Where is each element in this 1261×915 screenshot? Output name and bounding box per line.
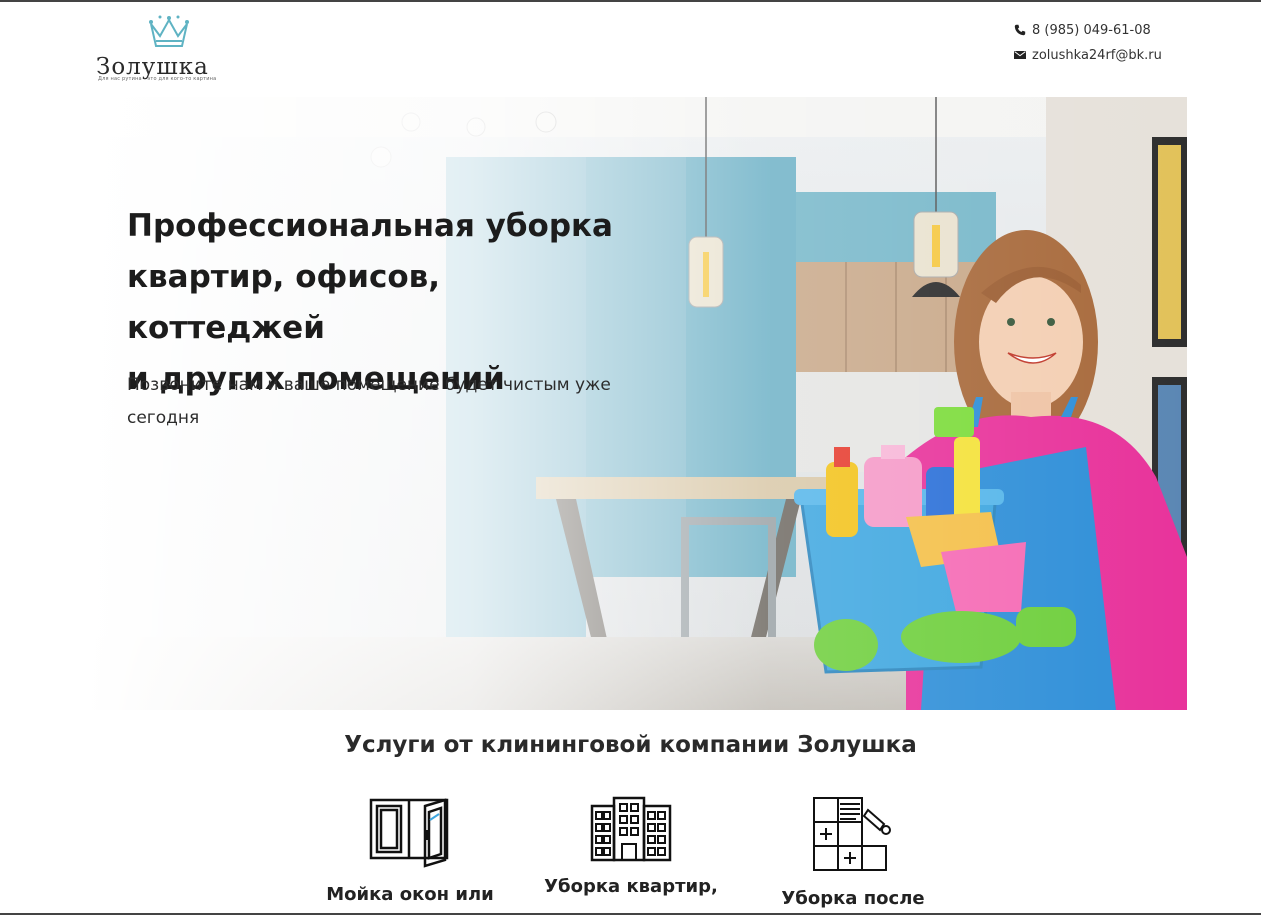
- contacts: 8 (985) 049-61-08 zolushka24rf@bk.ru: [1014, 20, 1162, 70]
- phone-contact[interactable]: 8 (985) 049-61-08: [1014, 20, 1162, 40]
- hero-subtitle-line-1: Позвоните нам и ваше помещение будет чис…: [127, 375, 611, 395]
- logo[interactable]: Золушка Для нас рутина - это для кого-то…: [96, 14, 246, 86]
- window-icon: [369, 798, 449, 868]
- crown-icon: [149, 15, 189, 47]
- hero-title-line-2: квартир, офисов, коттеджей: [127, 259, 441, 346]
- window-frame-top: [0, 0, 1261, 2]
- hero-subtitle-line-2: сегодня: [127, 408, 200, 428]
- service-card-renovation[interactable]: Уборка после: [743, 796, 963, 909]
- email-address: zolushka24rf@bk.ru: [1032, 47, 1162, 63]
- service-label-windows: Мойка окон или: [326, 884, 494, 905]
- phone-icon: [1014, 24, 1026, 36]
- phone-number: 8 (985) 049-61-08: [1032, 22, 1151, 38]
- hero-subtitle: Позвоните нам и ваше помещение будет чис…: [127, 369, 647, 435]
- hero-banner: Профессиональная уборка квартир, офисов,…: [86, 97, 1187, 710]
- renovation-icon: [813, 797, 891, 871]
- envelope-icon: [1014, 51, 1026, 59]
- service-card-windows[interactable]: Мойка окон или: [300, 796, 520, 905]
- hero-title-line-1: Профессиональная уборка: [127, 208, 613, 244]
- brand-slogan: Для нас рутина - это для кого-то картина: [98, 76, 217, 82]
- building-icon: [590, 796, 672, 862]
- services-title: Услуги от клининговой компании Золушка: [344, 732, 917, 758]
- service-card-apartments[interactable]: Уборка квартир,: [521, 796, 741, 897]
- email-contact[interactable]: zolushka24rf@bk.ru: [1014, 45, 1162, 65]
- service-label-apartments: Уборка квартир,: [544, 876, 718, 897]
- service-label-renovation: Уборка после: [781, 888, 925, 909]
